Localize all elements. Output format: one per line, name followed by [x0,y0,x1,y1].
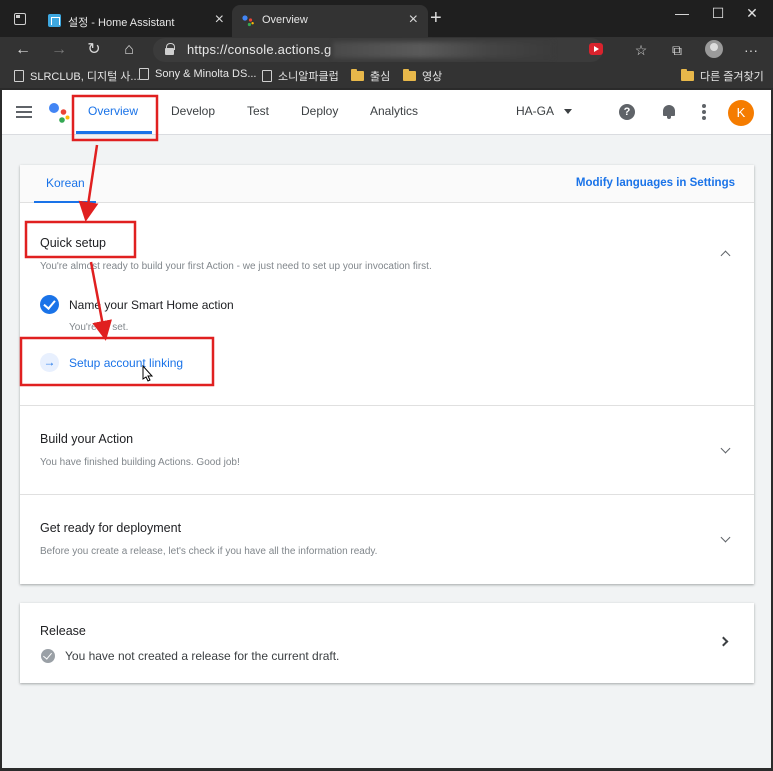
project-name: HA-GA [516,104,555,118]
release-title: Release [40,624,86,638]
bookmark-label: 다른 즐겨찾기 [700,71,764,83]
language-tabs: Korean Modify languages in Settings [20,165,754,203]
tab-overview[interactable]: Overview [88,104,138,118]
home-assistant-favicon-icon [48,14,61,27]
bookmark-folder-chulsim[interactable]: 출심 [351,68,390,84]
build-action-title: Build your Action [40,432,134,446]
chevron-right-icon[interactable] [718,636,729,647]
completed-check-icon [40,295,59,314]
tab-actions-icon[interactable] [14,13,26,25]
page-icon [14,70,24,82]
profile-icon[interactable] [705,40,723,58]
favorites-star-icon[interactable]: ☆ [628,38,654,62]
bookmark-label: 소니알파클럽 [278,71,339,83]
active-tab-indicator [76,131,152,134]
notifications-bell-icon[interactable] [662,104,676,119]
reload-button[interactable]: ↻ [81,38,107,62]
browser-menu-button[interactable]: ··· [738,38,764,62]
redacted-url-region [333,42,553,58]
home-button[interactable]: ⌂ [116,38,142,62]
lock-icon[interactable] [165,43,175,55]
build-action-subtitle: You have finished building Actions. Good… [40,457,240,468]
tab-develop[interactable]: Develop [171,104,215,118]
tab-label: 설정 - Home Assistant [68,17,175,29]
new-tab-button[interactable]: + [430,7,442,30]
address-bar[interactable]: https://console.actions.g [153,38,603,62]
page-icon [262,70,272,82]
expand-chevron-icon[interactable] [720,443,731,454]
collections-icon[interactable]: ⧉ [664,38,690,62]
arrow-right-icon: → [40,353,59,372]
tab-test[interactable]: Test [247,104,269,118]
browser-titlebar: 설정 - Home Assistant × Overview × + — ☐ ✕ [0,0,773,37]
tab-close-icon[interactable]: × [215,11,224,29]
expand-chevron-icon[interactable] [720,532,731,543]
youtube-extension-icon[interactable] [589,43,603,55]
setup-account-linking-link[interactable]: Setup account linking [69,356,183,370]
bookmark-label: Sony & Minolta DS... [155,68,257,80]
dropdown-caret-icon [564,108,573,114]
release-status: You have not created a release for the c… [65,649,340,663]
forward-button[interactable]: → [46,38,72,62]
bookmark-folder-video[interactable]: 영상 [403,68,442,84]
bookmark-slrclub[interactable]: SLRCLUB, 디지털 사... [14,68,140,84]
check-circle-icon [41,649,55,663]
google-assistant-favicon-icon [242,15,254,27]
avatar[interactable]: K [728,100,754,126]
page-icon [139,68,149,80]
quick-setup-subtitle: You're almost ready to build your first … [40,261,432,272]
more-options-icon[interactable] [702,104,706,120]
deployment-title: Get ready for deployment [40,521,182,535]
folder-icon [681,69,694,81]
browser-tab-home-assistant[interactable]: 설정 - Home Assistant × [38,5,234,37]
release-card[interactable]: Release You have not created a release f… [20,603,754,683]
section-divider [20,494,754,495]
setup-card: Korean Modify languages in Settings Quic… [20,165,754,584]
bookmark-sony-minolta[interactable]: Sony & Minolta DS... [139,68,257,80]
bookmark-label: 출심 [370,71,391,83]
help-icon[interactable]: ? [619,104,635,120]
modify-languages-link[interactable]: Modify languages in Settings [576,177,735,189]
section-divider [20,405,754,406]
collapse-chevron-icon[interactable] [720,250,731,261]
step-status: You're all set. [69,322,129,333]
folder-icon [351,69,364,81]
folder-icon [403,69,416,81]
actions-console-page: Overview Develop Test Deploy Analytics H… [2,90,771,768]
deployment-subtitle: Before you create a release, let's check… [40,546,378,557]
browser-toolbar: ← → ↻ ⌂ https://console.actions.g ☆ ⧉ ··… [0,37,773,63]
quick-setup-title[interactable]: Quick setup [40,236,106,250]
bookmark-folder-other[interactable]: 다른 즐겨찾기 [681,68,764,84]
step-name-action[interactable]: Name your Smart Home action [69,298,234,312]
back-button[interactable]: ← [10,38,36,62]
tab-language-korean[interactable]: Korean [46,176,85,190]
hamburger-menu-icon[interactable] [16,106,32,118]
close-window-button[interactable]: ✕ [729,0,773,26]
bookmark-label: 영상 [422,71,443,83]
active-language-indicator [34,201,96,203]
google-assistant-logo-icon[interactable] [48,100,72,124]
tab-deploy[interactable]: Deploy [301,104,338,118]
bookmark-sonyalpha[interactable]: 소니알파클럽 [262,68,339,84]
tab-analytics[interactable]: Analytics [370,104,418,118]
app-header: Overview Develop Test Deploy Analytics H… [2,90,771,135]
tab-label: Overview [262,14,308,26]
project-selector[interactable]: HA-GA [516,104,573,118]
browser-tab-overview[interactable]: Overview × [232,5,428,37]
address-text: https://console.actions.g [187,42,332,57]
bookmarks-bar: SLRCLUB, 디지털 사... Sony & Minolta DS... 소… [0,63,773,89]
tab-close-icon[interactable]: × [409,11,418,29]
bookmark-label: SLRCLUB, 디지털 사... [30,71,140,83]
